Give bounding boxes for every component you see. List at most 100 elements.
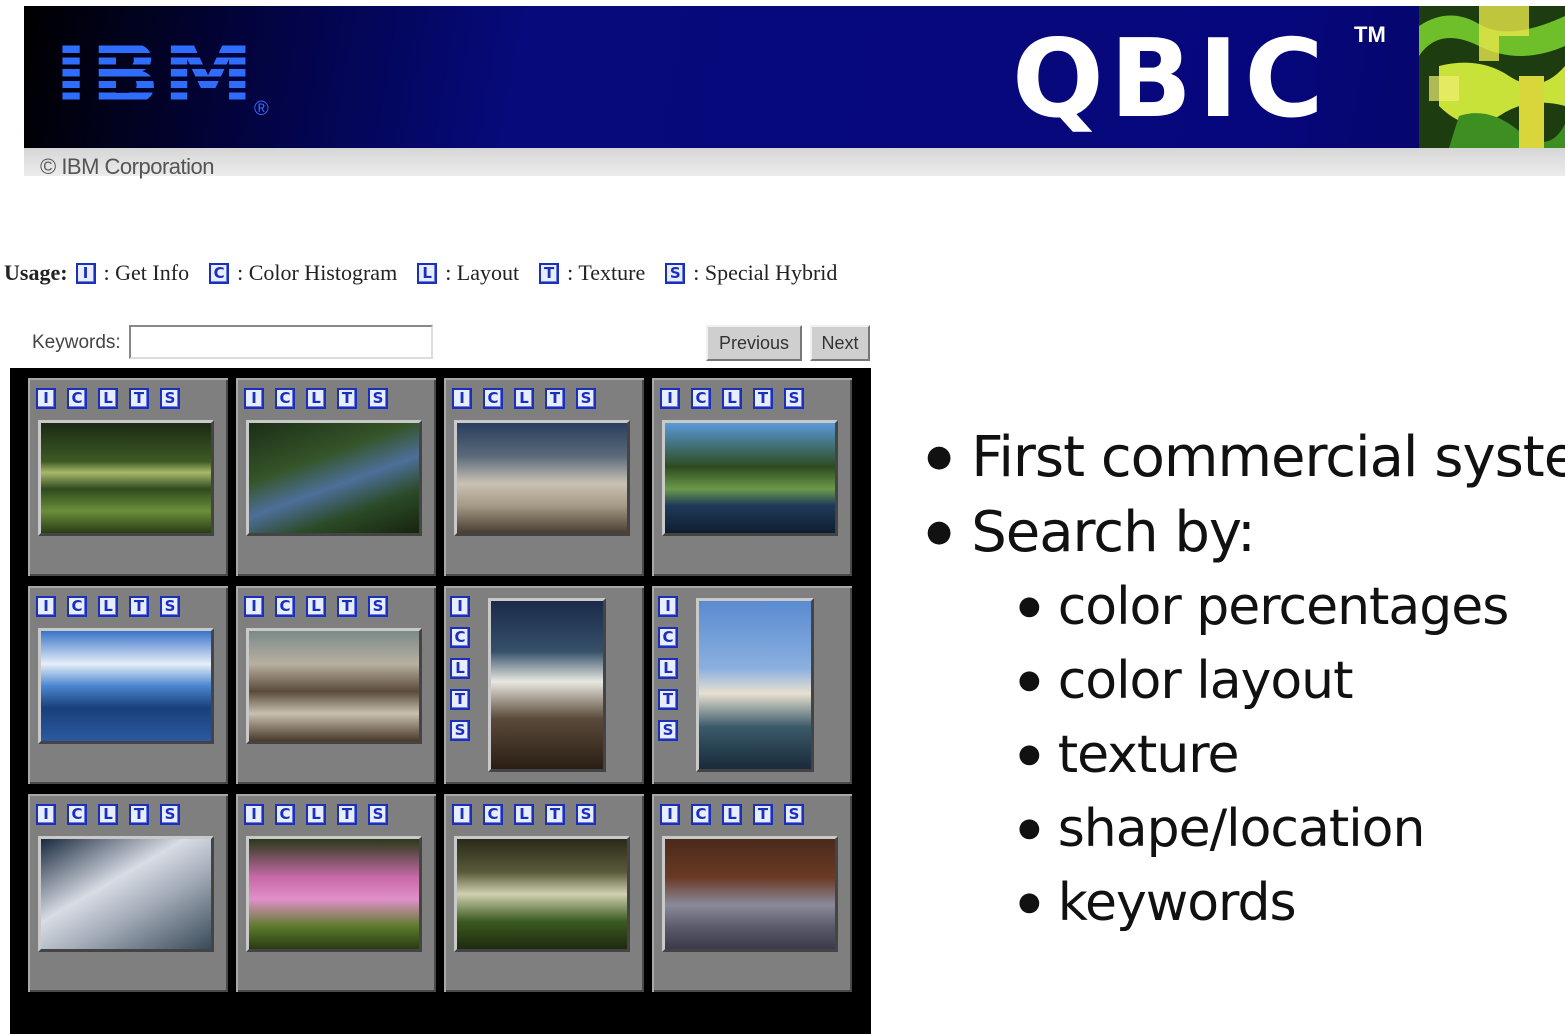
sub-bullet-item: ● keywords [1018,873,1297,933]
result-cell: ICLTS [652,586,852,784]
texture-button[interactable]: T [753,388,773,409]
get-info-button[interactable]: I [244,596,264,617]
result-thumbnail-mountain-road[interactable] [246,628,422,744]
texture-button[interactable]: T [337,596,357,617]
get-info-button[interactable]: I [660,804,680,825]
layout-button[interactable]: L [306,388,326,409]
layout-button[interactable]: L [514,388,534,409]
color-histogram-button[interactable]: C [67,388,87,409]
special-hybrid-button[interactable]: S [160,804,180,825]
texture-button[interactable]: T [337,388,357,409]
usage-item-text: : Special Hybrid [693,260,838,285]
special-hybrid-button[interactable]: S [450,720,470,741]
get-info-button[interactable]: I [660,388,680,409]
texture-button[interactable]: T [545,388,565,409]
get-info-button[interactable]: I [36,596,56,617]
color-histogram-button[interactable]: C [275,596,295,617]
special-hybrid-button[interactable]: S [160,388,180,409]
texture-button[interactable]: T [129,596,149,617]
special-hybrid-button[interactable]: S [576,388,596,409]
texture-button[interactable]: T [129,804,149,825]
query-buttons: ICLTS [658,596,678,741]
keywords-label: Keywords: [32,332,121,353]
copyright-bar [24,148,1565,176]
result-thumbnail-hikers-rock[interactable] [454,420,630,536]
color-histogram-button[interactable]: C [483,388,503,409]
usage-item-texture: T : Texture [539,260,645,286]
color-histogram-button[interactable]: C [658,627,678,648]
layout-button[interactable]: L [98,596,118,617]
get-info-button[interactable]: I [450,596,470,617]
get-info-button[interactable]: I [452,804,472,825]
result-cell: ICLTS [652,794,852,992]
result-thumbnail-marching-band[interactable] [662,836,838,952]
layout-button[interactable]: L [98,804,118,825]
previous-button[interactable]: Previous [706,325,802,361]
get-info-button[interactable]: I [452,388,472,409]
result-thumbnail-lake-clouds[interactable] [38,628,214,744]
next-button[interactable]: Next [810,325,870,361]
special-hybrid-button[interactable]: S [368,804,388,825]
color-histogram-button[interactable]: C [450,627,470,648]
result-thumbnail-pond-trees[interactable] [662,420,838,536]
result-thumbnail-pink-blossoms[interactable] [246,836,422,952]
color-histogram-button[interactable]: C [275,388,295,409]
texture-button[interactable]: T [450,689,470,710]
color-histogram-button[interactable]: C [275,804,295,825]
result-thumbnail-forest-stream[interactable] [246,420,422,536]
color-histogram-button[interactable]: C [691,804,711,825]
special-hybrid-button[interactable]: S [784,804,804,825]
color-histogram-button[interactable]: C [67,596,87,617]
special-hybrid-button[interactable]: S [576,804,596,825]
layout-button[interactable]: L [306,596,326,617]
layout-button[interactable]: L [514,804,534,825]
result-cell: ICLTS [236,378,436,576]
result-cell: ICLTS [444,378,644,576]
texture-button[interactable]: T [658,689,678,710]
special-hybrid-button[interactable]: S [658,720,678,741]
color-histogram-button[interactable]: C [67,804,87,825]
color-histogram-button[interactable]: C [483,804,503,825]
result-cell: ICLTS [28,794,228,992]
copyright-text: © IBM Corporation [40,154,215,179]
layout-button[interactable]: L [722,388,742,409]
layout-button[interactable]: L [658,658,678,679]
special-hybrid-button[interactable]: S [784,388,804,409]
usage-item-get-info: I : Get Info [75,260,189,286]
bullet-dot-icon: ● [1018,813,1041,843]
result-thumbnail-canyon-cloud[interactable] [488,598,606,772]
result-thumbnail-forest-clearing[interactable] [454,836,630,952]
result-thumbnail-snowy-rock[interactable] [38,836,214,952]
color-histogram-button[interactable]: C [691,388,711,409]
bullet-dot-icon: ● [1018,887,1041,917]
get-info-button[interactable]: I [36,804,56,825]
registered-mark: ® [254,98,269,120]
result-thumbnail-park-trees[interactable] [38,420,214,536]
sub-bullet-item: ● shape/location [1018,799,1425,859]
query-buttons: ICLTS [452,388,596,409]
get-info-button[interactable]: I [36,388,56,409]
layout-button[interactable]: L [722,804,742,825]
texture-button[interactable]: T [545,804,565,825]
layout-button[interactable]: L [306,804,326,825]
query-buttons: ICLTS [450,596,470,741]
usage-item-text: : Texture [567,260,646,285]
get-info-button[interactable]: I [244,388,264,409]
layout-button[interactable]: L [450,658,470,679]
special-hybrid-button[interactable]: S [160,596,180,617]
layout-button[interactable]: L [98,388,118,409]
bullet-dot-icon: ● [1018,591,1041,621]
usage-item-special-hybrid: S : Special Hybrid [665,260,837,286]
result-thumbnail-lake-fountain[interactable] [696,598,814,772]
result-cell: ICLTS [236,794,436,992]
bullet-dot-icon: ● [1018,665,1041,695]
texture-button[interactable]: T [129,388,149,409]
texture-button[interactable]: T [337,804,357,825]
special-hybrid-button[interactable]: S [368,388,388,409]
keywords-input[interactable] [129,325,433,359]
texture-button[interactable]: T [753,804,773,825]
bullet-item: ● First commercial syste [926,425,1565,490]
special-hybrid-button[interactable]: S [368,596,388,617]
get-info-button[interactable]: I [244,804,264,825]
get-info-button[interactable]: I [658,596,678,617]
